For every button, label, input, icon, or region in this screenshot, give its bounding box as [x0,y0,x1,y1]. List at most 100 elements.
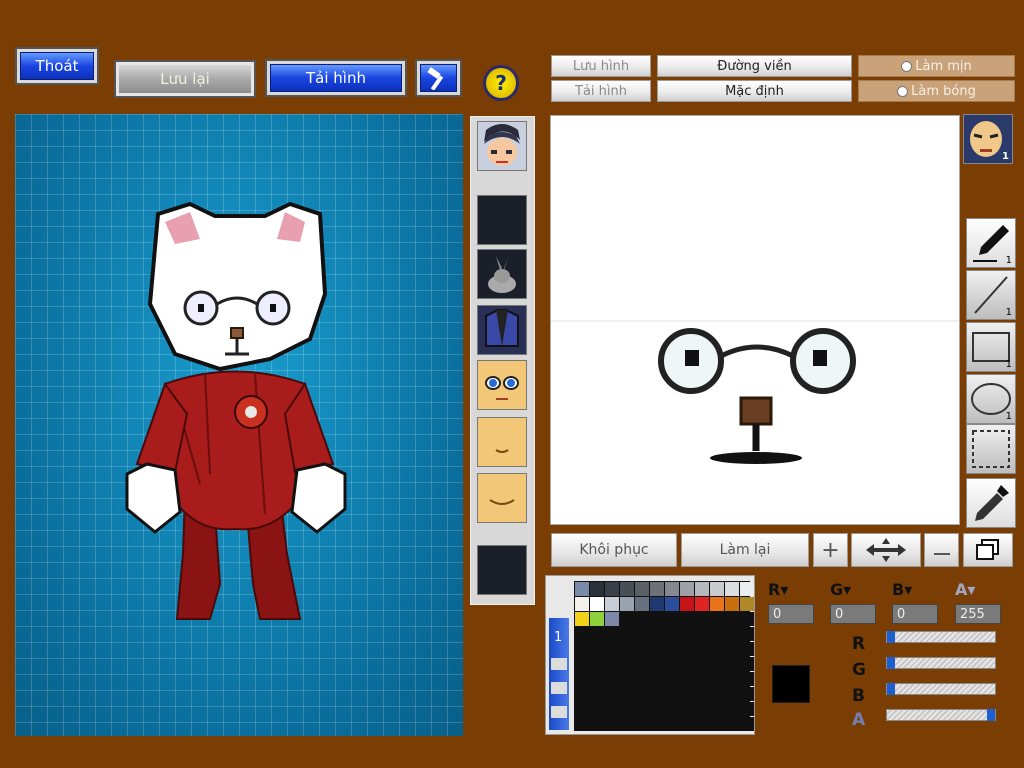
shine-option[interactable]: Làm bóng [858,80,1015,102]
palette-color-cell[interactable] [680,702,694,716]
palette-color-cell[interactable] [710,717,724,731]
palette-color-cell[interactable] [740,642,754,656]
palette-color-cell[interactable] [665,672,679,686]
a-slider[interactable] [886,709,996,721]
palette-color-cell[interactable] [710,672,724,686]
palette-color-cell[interactable] [740,672,754,686]
palette-color-cell[interactable] [650,627,664,641]
palette-color-cell[interactable] [725,702,739,716]
palette-color-cell[interactable] [575,597,589,611]
r-slider[interactable] [886,631,996,643]
palette-color-cell[interactable] [695,657,709,671]
palette-color-cell[interactable] [605,597,619,611]
palette-color-cell[interactable] [680,717,694,731]
palette-color-cell[interactable] [650,642,664,656]
palette-color-cell[interactable] [575,702,589,716]
palette-color-cell[interactable] [725,717,739,731]
part-slot-empty-2[interactable] [477,545,527,595]
palette-color-cell[interactable] [575,687,589,701]
palette-color-cell[interactable] [665,597,679,611]
palette-color-cell[interactable] [710,612,724,626]
palette-color-cell[interactable] [680,657,694,671]
a-slider-thumb[interactable] [987,709,995,721]
eyedropper-tool-button[interactable] [966,478,1016,528]
palette-color-cell[interactable] [665,612,679,626]
palette-color-cell[interactable] [620,582,634,596]
palette-color-cell[interactable] [635,657,649,671]
palette-color-cell[interactable] [695,702,709,716]
palette-color-cell[interactable] [635,582,649,596]
palette-color-cell[interactable] [710,657,724,671]
palette-color-cell[interactable] [650,657,664,671]
palette-color-cell[interactable] [710,597,724,611]
palette-color-cell[interactable] [635,702,649,716]
palette-color-cell[interactable] [575,642,589,656]
palette-color-cell[interactable] [650,702,664,716]
palette-color-cell[interactable] [680,627,694,641]
smooth-radio[interactable] [901,60,913,72]
palette-color-cell[interactable] [620,642,634,656]
palette-color-cell[interactable] [695,582,709,596]
palette-color-cell[interactable] [650,582,664,596]
help-button[interactable]: ? [483,65,519,101]
palette-color-cell[interactable] [725,642,739,656]
exit-button[interactable]: Thoát [17,49,97,83]
palette-color-cell[interactable] [620,717,634,731]
palette-color-cell[interactable] [695,717,709,731]
palette-color-cell[interactable] [590,657,604,671]
palette-color-cell[interactable] [665,627,679,641]
hammer-button[interactable] [417,61,460,95]
palette-color-cell[interactable] [710,642,724,656]
g-slider[interactable] [886,657,996,669]
palette-color-cell[interactable] [575,582,589,596]
part-slot-face-smile[interactable] [477,473,527,523]
palette-color-cell[interactable] [605,672,619,686]
palette-color-cell[interactable] [620,702,634,716]
palette-color-cell[interactable] [590,672,604,686]
palette-color-cell[interactable] [635,597,649,611]
save-image-tab[interactable]: Lưu hình [551,55,651,77]
palette-color-cell[interactable] [635,627,649,641]
palette-color-cell[interactable] [605,702,619,716]
b-channel-dropdown[interactable]: B ▾ [892,580,936,599]
part-slot-face-eyes[interactable] [477,360,527,410]
palette-color-cell[interactable] [605,642,619,656]
palette-color-cell[interactable] [680,612,694,626]
palette-color-cell[interactable] [695,687,709,701]
palette-color-cell[interactable] [740,717,754,731]
palette-color-cell[interactable] [590,597,604,611]
palette-color-cell[interactable] [605,582,619,596]
palette-color-cell[interactable] [725,582,739,596]
palette-color-cell[interactable] [740,612,754,626]
palette-color-cell[interactable] [575,672,589,686]
palette-color-cell[interactable] [650,597,664,611]
palette-color-cell[interactable] [665,702,679,716]
palette-color-cell[interactable] [740,657,754,671]
default-tab[interactable]: Mặc định [657,80,852,102]
palette-color-cell[interactable] [740,582,754,596]
part-slot-accessory[interactable] [477,249,527,299]
palette-tab-number[interactable]: 1 [554,630,562,645]
palette-color-cell[interactable] [590,582,604,596]
palette-color-cell[interactable] [710,702,724,716]
palette-color-cell[interactable] [605,657,619,671]
palette-color-cell[interactable] [740,687,754,701]
palette-color-cell[interactable] [590,702,604,716]
erase-button[interactable] [924,533,959,567]
palette-color-cell[interactable] [605,687,619,701]
palette-color-cell[interactable] [680,687,694,701]
load-image-tab[interactable]: Tải hình [551,80,651,102]
palette-color-cell[interactable] [650,687,664,701]
palette-color-cell[interactable] [620,687,634,701]
palette-color-cell[interactable] [620,612,634,626]
palette-color-cell[interactable] [695,672,709,686]
b-slider-thumb[interactable] [887,683,895,695]
palette-color-cell[interactable] [695,597,709,611]
add-button[interactable]: + [813,533,848,567]
redo-button[interactable]: Làm lại [681,533,809,567]
palette-color-cell[interactable] [740,627,754,641]
palette-color-cell[interactable] [590,717,604,731]
palette-color-cell[interactable] [710,582,724,596]
palette-color-cell[interactable] [575,612,589,626]
r-value-field[interactable]: 0 [768,604,814,624]
